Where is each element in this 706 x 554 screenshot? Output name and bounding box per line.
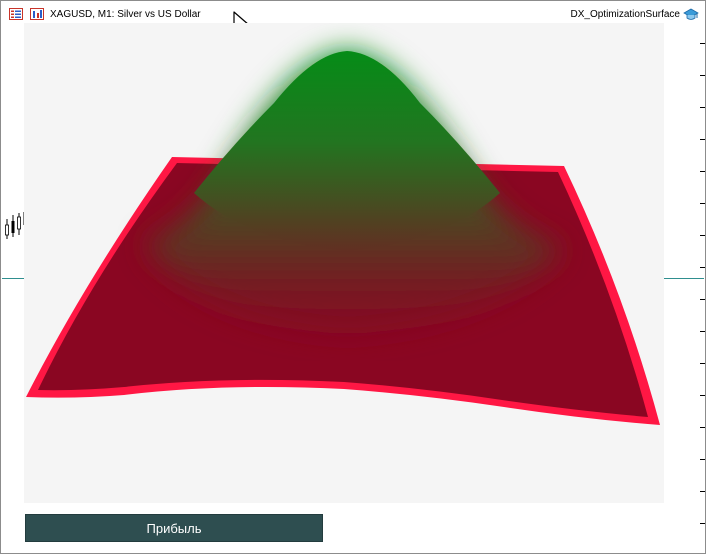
indicator-name: DX_OptimizationSurface — [570, 9, 681, 20]
optimization-surface-panel[interactable] — [24, 23, 664, 503]
optimization-surface[interactable] — [24, 23, 664, 503]
graduation-cap-icon[interactable] — [683, 8, 699, 22]
price-axis — [697, 31, 705, 551]
symbol-title: XAGUSD, M1: Silver vs US Dollar — [50, 9, 201, 20]
chart-icon[interactable] — [30, 8, 44, 20]
list-icon[interactable] — [9, 8, 23, 20]
candlesticks — [5, 212, 25, 239]
profit-button[interactable]: Прибыль — [25, 514, 323, 542]
